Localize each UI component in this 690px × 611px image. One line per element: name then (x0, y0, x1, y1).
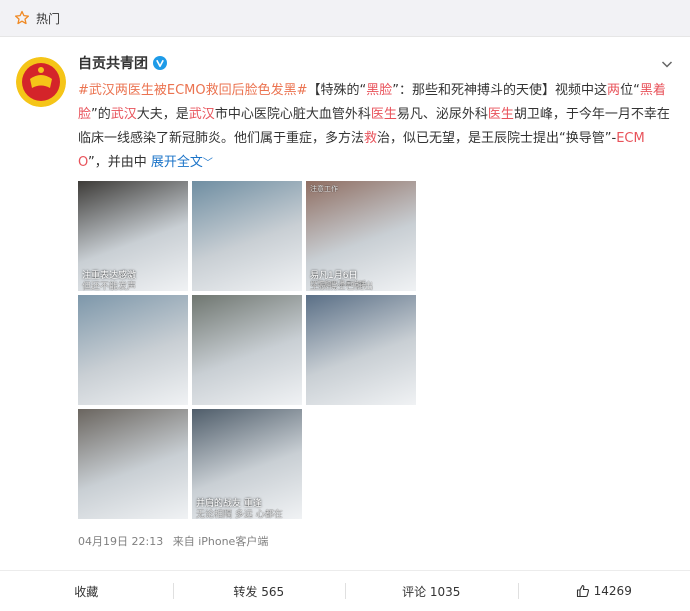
image-caption-top: 注意工作 (310, 184, 338, 194)
star-icon (14, 10, 30, 26)
post-image[interactable]: 并肩的战友 重逢无论相隔 多远 心都在 (192, 409, 302, 519)
post-text-segment: ”：那些和死神搏斗的天使】视频中这 (392, 83, 607, 98)
highlight-keyword: 黑脸 (366, 83, 392, 98)
like-button[interactable]: 14269 (518, 571, 690, 611)
post-image[interactable] (78, 295, 188, 405)
highlight-keyword: 医生 (371, 107, 397, 122)
post-image[interactable] (192, 295, 302, 405)
post-image[interactable]: 注重表达感激但还不能发声 (78, 181, 188, 291)
verified-v-icon (153, 56, 167, 70)
post-text-segment: 位“ (620, 83, 640, 98)
image-grid: 注重表达感激但还不能发声 注意工作易凡1月6日王辰院士已提出以前和巴漫画说话并肩的… (78, 181, 418, 521)
image-watermark: 以前和巴漫画说话 (310, 279, 366, 289)
highlight-keyword: 两 (607, 83, 620, 98)
repost-label: 转发 565 (233, 583, 284, 600)
action-bar: 收藏 转发 565 评论 1035 14269 (0, 570, 690, 611)
post-image[interactable] (306, 295, 416, 405)
post-image[interactable] (78, 409, 188, 519)
highlight-keyword: 武汉 (111, 107, 137, 122)
comment-button[interactable]: 评论 1035 (345, 571, 518, 611)
post-image[interactable] (192, 181, 302, 291)
post-text-segment: 易凡、泌尿外科 (397, 107, 488, 122)
post-text-segment: 【特殊的“ (308, 83, 367, 98)
post-time[interactable]: 04月19日 22:13 (78, 535, 163, 548)
thumbs-up-icon (576, 584, 590, 598)
comment-label: 评论 1035 (402, 583, 460, 600)
author-row: 自贡共青团 (78, 53, 167, 73)
author-name[interactable]: 自贡共青团 (78, 53, 148, 73)
favorite-label: 收藏 (74, 583, 98, 600)
post-text-segment: 市中心医院心脏大血管外科 (215, 107, 371, 122)
hashtag-link[interactable]: #武汉两医生被ECMO救回后脸色发黑# (78, 83, 308, 98)
highlight-keyword: 医生 (488, 107, 514, 122)
post-meta: 04月19日 22:13 来自 iPhone客户端 (78, 533, 274, 549)
repost-button[interactable]: 转发 565 (173, 571, 346, 611)
post-text-segment: ”的 (91, 107, 111, 122)
image-subcaption: 但还不能发声 (82, 279, 136, 291)
expand-full-text-link[interactable]: 展开全文﹀ (151, 155, 213, 170)
hot-title: 热门 (36, 10, 60, 27)
highlight-keyword: 武汉 (189, 107, 215, 122)
post-text-segment: 治，似已无望，是王辰院士提出“换导管”- (377, 131, 616, 146)
favorite-button[interactable]: 收藏 (0, 571, 173, 611)
avatar[interactable] (16, 57, 66, 107)
hot-topbar: 热门 (0, 0, 690, 37)
post-text: #武汉两医生被ECMO救回后脸色发黑#【特殊的“黑脸”：那些和死神搏斗的天使】视… (78, 79, 672, 176)
chevron-down-icon[interactable] (660, 57, 674, 71)
communist-youth-league-logo (16, 57, 66, 107)
like-count: 14269 (594, 584, 632, 598)
image-subcaption: 无论相隔 多远 心都在 (196, 507, 283, 519)
post-text-segment: 大夫，是 (137, 107, 189, 122)
post-text-segment: ”，并由中 (88, 155, 151, 170)
highlight-keyword: 救 (364, 131, 377, 146)
post-image[interactable]: 注意工作易凡1月6日王辰院士已提出以前和巴漫画说话 (306, 181, 416, 291)
weibo-post-card: 自贡共青团 #武汉两医生被ECMO救回后脸色发黑#【特殊的“黑脸”：那些和死神搏… (0, 36, 690, 610)
post-source: 来自 iPhone客户端 (173, 535, 269, 548)
